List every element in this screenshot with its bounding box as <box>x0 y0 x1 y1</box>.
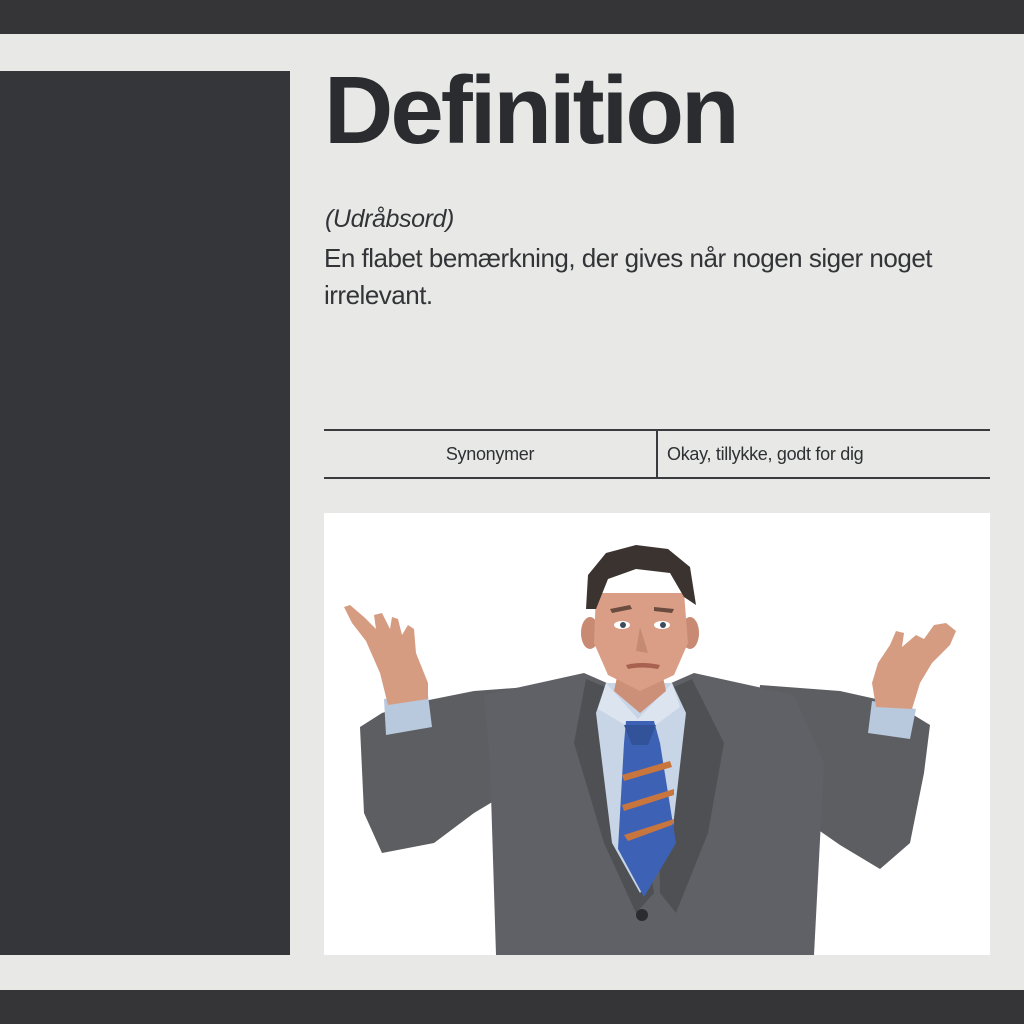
shrugging-man-photo <box>324 513 990 955</box>
page-title: Definition <box>324 57 740 164</box>
synonyms-table: Synonymer Okay, tillykke, godt for dig <box>324 429 990 479</box>
top-bar <box>0 0 1024 34</box>
side-panel <box>0 71 290 955</box>
bottom-bar <box>0 990 1024 1024</box>
shrugging-man-illustration <box>324 513 990 955</box>
synonyms-label: Synonymer <box>324 431 658 477</box>
word-class: (Udråbsord) <box>325 205 454 233</box>
synonyms-value: Okay, tillykke, godt for dig <box>667 443 864 464</box>
definition-text: En flabet bemærkning, der gives når noge… <box>324 243 933 310</box>
